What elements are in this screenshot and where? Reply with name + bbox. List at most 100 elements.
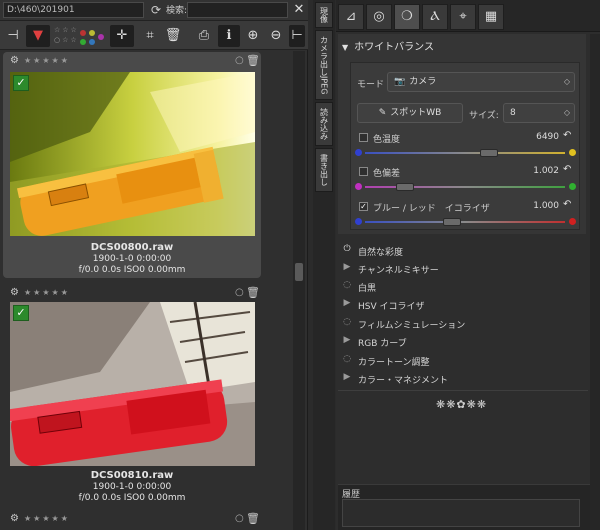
filter-icon[interactable]: ▼ — [26, 25, 50, 47]
refresh-icon[interactable]: ⟳ — [149, 2, 163, 18]
color-label-blue-icon[interactable] — [89, 39, 95, 45]
tab-develop[interactable]: 現像 — [315, 2, 333, 28]
checked-icon[interactable]: ✓ — [13, 305, 29, 321]
thumbnail-scrollbar[interactable] — [293, 51, 305, 530]
rating-stars[interactable]: ★★★★★ — [24, 514, 70, 523]
reject-circle-icon[interactable]: ○ — [235, 287, 244, 298]
advanced-tab-icon[interactable]: Ⲁ — [422, 4, 448, 30]
crop-icon[interactable]: ⌗ — [140, 25, 160, 47]
expand-arrow-icon[interactable]: ▶ — [342, 372, 352, 382]
thumbnail-card[interactable]: ⚙ ★★★★★ ○ 🗑 — [3, 52, 261, 278]
mode-select[interactable]: 📷 カメラ ◇ — [387, 72, 575, 92]
rating-stars[interactable]: ★★★★★ — [24, 288, 70, 297]
info-icon[interactable]: ℹ — [218, 25, 240, 47]
scrollbar-thumb[interactable] — [295, 263, 303, 281]
transform-tab-icon[interactable]: ⌖ — [450, 4, 476, 30]
thumbnail-image[interactable]: ✓ — [10, 302, 255, 466]
tint-checkbox[interactable] — [359, 167, 368, 176]
temperature-slider-handle[interactable] — [480, 149, 498, 157]
gear-icon[interactable]: ⚙ — [10, 513, 19, 524]
spot-wb-button[interactable]: ✎ スポットWB — [357, 103, 463, 123]
tint-slider[interactable] — [365, 186, 565, 188]
detail-tab-icon[interactable]: ◎ — [366, 4, 392, 30]
color-tab-icon[interactable]: ❍ — [394, 4, 420, 30]
thumbnail-date: 1900-1-0 0:00:00 — [92, 482, 172, 492]
export-icon[interactable]: ⎙ — [194, 25, 214, 47]
color-label-green-icon[interactable] — [80, 39, 86, 45]
trash-icon[interactable]: 🗑 — [246, 512, 260, 525]
color-label-yellow-icon[interactable] — [89, 30, 95, 36]
search-label: 検索: — [166, 6, 188, 16]
exposure-tab-icon[interactable]: ⊿ — [338, 4, 364, 30]
vertical-tab-strip: 現像 カメラ出しJPEG 読み込み 書き出し — [313, 0, 335, 530]
reject-circle-icon[interactable]: ○ — [235, 55, 244, 66]
reject-circle-icon[interactable]: ○ — [235, 513, 244, 524]
close-icon[interactable]: ✕ — [292, 1, 306, 18]
divider — [338, 390, 588, 391]
rating-stars[interactable]: ★★★★★ — [24, 56, 70, 65]
reset-icon[interactable]: ↶ — [563, 164, 571, 175]
equalizer-checkbox[interactable]: ✓ — [359, 202, 368, 211]
gear-icon[interactable]: ⚙ — [10, 287, 19, 298]
panel-right-collapse-icon[interactable]: ⊢ — [289, 25, 305, 47]
history-list[interactable] — [342, 499, 580, 527]
equalizer-slider[interactable] — [365, 221, 565, 223]
tab-export[interactable]: 書き出し — [315, 148, 333, 192]
tool-panel-scrollbar[interactable] — [590, 34, 600, 530]
expand-arrow-icon[interactable]: ▶ — [342, 298, 352, 308]
chevron-updown-icon: ◇ — [563, 108, 570, 117]
color-label-red-icon[interactable] — [80, 30, 86, 36]
path-input[interactable]: D:\460\201901 — [3, 2, 144, 18]
expand-arrow-icon[interactable]: ▶ — [342, 335, 352, 345]
star-filter-row-2[interactable]: ○☆☆ — [54, 36, 79, 44]
trash-icon[interactable]: 🗑 — [246, 286, 260, 299]
zoom-in-icon[interactable]: ⊕ — [243, 25, 263, 47]
zoom-out-icon[interactable]: ⊖ — [266, 25, 286, 47]
panel-left-collapse-icon[interactable]: ⊣ — [4, 25, 22, 47]
thumbnail-header: ⚙ ★★★★★ ○ 🗑 — [10, 286, 260, 300]
tool-label: チャンネルミキサー — [358, 266, 439, 276]
toggle-off-icon[interactable]: ◌ — [342, 354, 352, 364]
toggle-off-icon[interactable]: ◌ — [342, 280, 352, 290]
crosshair-icon[interactable]: ✛ — [110, 25, 134, 47]
mode-label: モード — [357, 80, 385, 90]
tab-import[interactable]: 読み込み — [315, 102, 333, 146]
ornament-icon: ❋❋✿❋❋ — [436, 398, 488, 411]
tint-value[interactable]: 1.002 — [511, 166, 559, 176]
thumbnail-card[interactable]: ⚙ ★★★★★ ○ 🗑 ✓ DCS00810.raw 1900-1-0 0:00… — [3, 284, 261, 510]
temperature-value[interactable]: 6490 — [511, 132, 559, 142]
checked-icon[interactable]: ✓ — [13, 75, 29, 91]
size-select[interactable]: 8 ◇ — [503, 103, 575, 123]
white-balance-panel: ▼ ホワイトバランス モード 📷 カメラ ◇ ✎ スポットWB サイズ: 8 ◇ 色温… — [338, 34, 586, 234]
white-balance-header[interactable]: ▼ ホワイトバランス — [342, 38, 434, 53]
thumbnail-exif: f/0.0 0.0s ISO0 0.00mm — [78, 265, 186, 275]
reset-icon[interactable]: ↶ — [563, 199, 571, 210]
tool-tab-bar: ⊿ ◎ ❍ Ⲁ ⌖ ▦ — [336, 0, 600, 32]
raw-tab-icon[interactable]: ▦ — [478, 4, 504, 30]
temperature-checkbox[interactable] — [359, 133, 368, 142]
temperature-slider[interactable] — [365, 152, 565, 154]
path-bar: D:\460\201901 ⟳ 検索: ✕ — [0, 0, 308, 20]
tab-camera-jpeg[interactable]: カメラ出しJPEG — [315, 30, 333, 100]
trash-filter-icon[interactable]: 🗑 — [163, 25, 183, 47]
toggle-off-icon[interactable]: ◌ — [342, 317, 352, 327]
equalizer-slider-handle[interactable] — [443, 218, 461, 226]
spot-wb-label: スポットWB — [390, 108, 442, 118]
power-icon[interactable]: ⏻ — [342, 244, 352, 254]
chevron-updown-icon: ◇ — [563, 77, 570, 86]
expand-arrow-icon[interactable]: ▶ — [342, 262, 352, 272]
tool-label: カラー・マネジメント — [358, 376, 449, 386]
search-input[interactable] — [187, 2, 288, 18]
star-filter-row[interactable]: ☆☆☆ — [54, 26, 79, 34]
gear-icon[interactable]: ⚙ — [10, 55, 19, 66]
tool-label: カラートーン調整 — [358, 358, 430, 368]
reset-icon[interactable]: ↶ — [563, 130, 571, 141]
thumbnail-card[interactable]: ⚙ ★★★★★ ○ 🗑 — [3, 510, 261, 530]
trash-icon[interactable]: 🗑 — [246, 54, 260, 67]
tool-label: フィルムシミュレーション — [358, 321, 466, 331]
equalizer-value[interactable]: 1.000 — [511, 201, 559, 211]
tint-slider-handle[interactable] — [396, 183, 414, 191]
tool-label: 白黒 — [358, 284, 377, 294]
color-label-purple-icon[interactable] — [98, 34, 104, 40]
thumbnail-image[interactable]: ✓ — [10, 72, 255, 236]
